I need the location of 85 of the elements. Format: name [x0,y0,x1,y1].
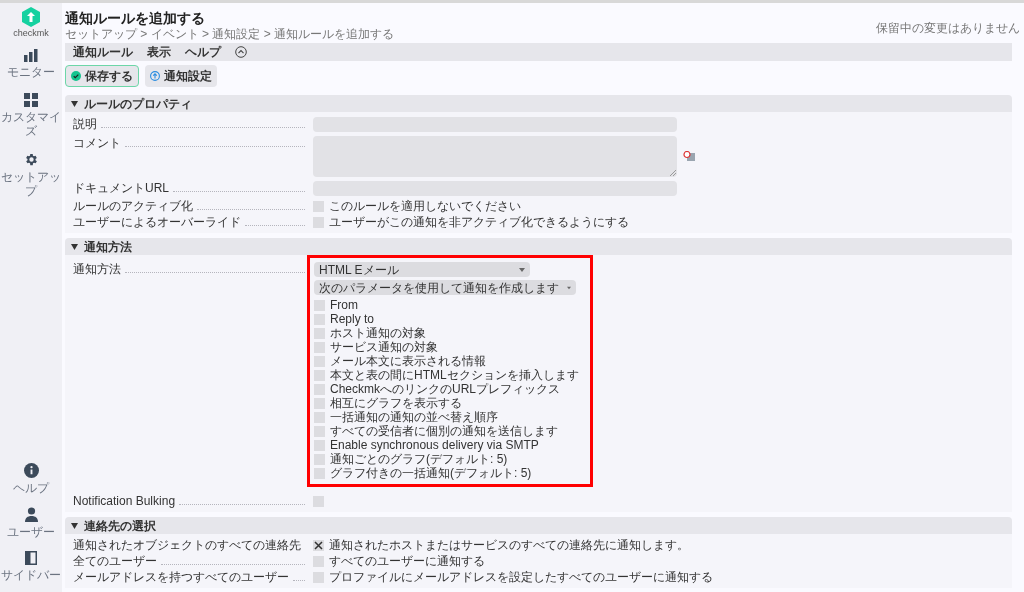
option-label: 一括通知の通知の並べ替え順序 [330,410,498,424]
option-label: 通知ごとのグラフ(デフォルト: 5) [330,452,508,466]
field-label: ルールのアクティブ化 [73,199,193,213]
checkbox[interactable] [314,425,325,437]
clock-calendar-icon[interactable] [683,151,695,161]
checkbox[interactable] [314,299,325,311]
field-label: Notification Bulking [73,494,176,508]
sidebar-nav-item[interactable]: サイドバー [0,547,62,586]
option-label: Reply to [330,312,375,326]
checkbox[interactable] [314,369,325,381]
checkbox-label: このルールを適用しないでください [329,199,521,213]
cross-icon [314,540,323,550]
checkbox[interactable] [314,439,325,451]
checkbox[interactable] [314,467,325,479]
collapse-icon[interactable] [235,46,247,58]
field-label: 通知方法 [73,262,121,276]
checkbox-label: プロファイルにメールアドレスを設定したすべてのユーザーに通知する [329,570,713,584]
collapse-triangle-icon [71,243,78,250]
checkbox[interactable] [313,495,324,507]
option-label: グラフ付きの一括通知(デフォルト: 5) [330,466,532,480]
field-label: ドキュメントURL [73,181,169,195]
checkbox[interactable] [314,411,325,423]
field-label: 説明 [73,117,97,131]
sidebar-nav-item[interactable]: カスタマイズ [0,89,62,142]
dropdown[interactable]: HTML Eメール [314,262,530,277]
section-header[interactable]: 通知方法 [65,238,1012,255]
grid-icon [24,93,38,107]
checkbox[interactable] [313,555,324,567]
checkbox[interactable] [313,539,324,551]
field-label: 全てのユーザー [73,554,157,568]
field-label: 通知されたオブジェクトのすべての連絡先 [73,538,301,552]
sidebar-nav-item[interactable]: ヘルプ [0,459,62,499]
bar-chart-icon [24,49,38,62]
option-label: 相互にグラフを表示する [330,396,462,410]
dropdown[interactable]: 次のパラメータを使用して通知を作成します [314,280,576,295]
collapse-triangle-icon [71,522,78,529]
option-label: ホスト通知の対象 [330,326,426,340]
info-icon [23,463,39,478]
section-header[interactable]: 連絡先の選択 [65,517,1012,534]
field-label: メールアドレスを持つすべてのユーザー [73,570,289,584]
sidebar-nav-item[interactable]: モニター [0,45,62,83]
option-label: すべての受信者に個別の通知を送信します [330,424,558,438]
check-icon [71,71,81,81]
checkbox[interactable] [314,341,325,353]
up-arrow-circle-icon [150,71,160,81]
option-label: CheckmkへのリンクのURLプレフィックス [330,382,560,396]
section-header[interactable]: ルールのプロパティ [65,95,1012,112]
sidebar-nav-item[interactable]: ユーザー [0,503,62,543]
checkbox[interactable] [313,200,324,212]
option-label: 本文と表の間にHTMLセクションを挿入します [330,368,579,382]
sidebar-panel-icon [25,551,37,565]
logo-text: checkmk [13,27,49,39]
option-label: From [330,298,358,312]
menu-item[interactable]: 表示 [147,43,171,61]
checkbox-label: すべてのユーザーに通知する [329,554,485,568]
checkbox[interactable] [314,453,325,465]
resize-handle-icon [670,170,676,176]
menu-item[interactable]: 通知ルール [73,43,133,61]
pending-changes-text: 保留中の変更はありません [876,20,1020,37]
logo-icon[interactable] [22,7,40,27]
sidebar-nav-item[interactable]: セットアップ [0,148,62,202]
checkbox[interactable] [314,327,325,339]
checkbox[interactable] [314,355,325,367]
save-button[interactable]: 保存する [65,65,139,87]
field-label: ユーザーによるオーバーライド [73,215,241,229]
checkbox[interactable] [313,216,324,228]
notification-settings-button[interactable]: 通知設定 [145,65,217,87]
settings-icon [23,152,39,167]
checkbox[interactable] [314,383,325,395]
menu-item[interactable]: ヘルプ [185,43,221,61]
page-title: 通知ルールを追加する [65,9,206,27]
option-label: サービス通知の対象 [330,340,438,354]
option-label: Enable synchronous delivery via SMTP [330,438,539,452]
checkbox[interactable] [314,397,325,409]
caret-icon [519,267,525,272]
comment-textarea[interactable] [313,136,677,177]
field-label: コメント [73,136,121,150]
checkbox-label: ユーザーがこの通知を非アクティブ化できるようにする [329,215,629,229]
checkbox[interactable] [313,571,324,583]
collapse-triangle-icon [71,100,78,107]
checkbox-label: 通知されたホストまたはサービスのすべての連絡先に通知します。 [329,538,689,552]
option-label: メール本文に表示される情報 [330,354,486,368]
breadcrumb: セットアップ > イベント > 通知設定 > 通知ルールを追加する [65,27,395,41]
user-icon [24,507,38,522]
checkbox[interactable] [314,313,325,325]
